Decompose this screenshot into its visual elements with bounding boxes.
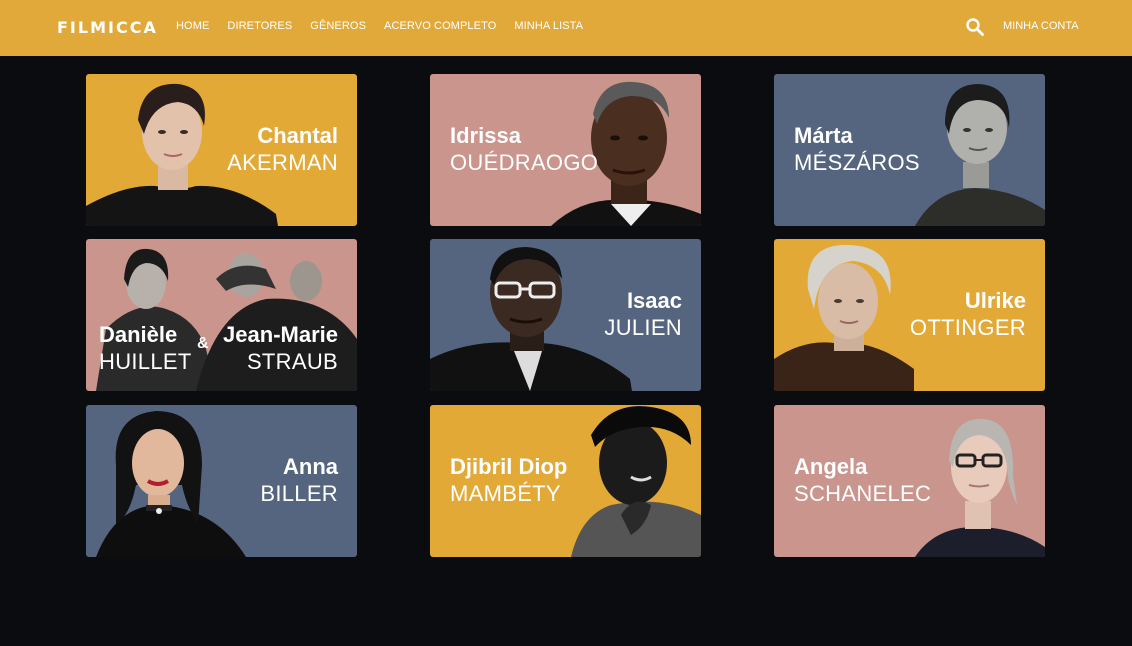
director-last-name: MAMBÉTY	[450, 481, 561, 506]
director-card-djibril-diop-mambety[interactable]: Djibril Diop MAMBÉTY	[430, 405, 701, 557]
director-first-name: Idrissa	[450, 123, 521, 148]
director-card-angela-schanelec[interactable]: Angela SCHANELEC	[774, 405, 1045, 557]
director-first-name: Danièle	[99, 322, 178, 347]
director-card-isaac-julien[interactable]: Isaac JULIEN	[430, 239, 701, 391]
director-first-name: Angela	[794, 454, 868, 479]
director-card-idrissa-ouedraogo[interactable]: Idrissa OUÉDRAOGO	[430, 74, 701, 226]
director-name-2: Jean-Marie STRAUB	[223, 321, 338, 375]
director-last-name: JULIEN	[604, 315, 682, 340]
director-name: Anna BILLER	[260, 453, 338, 507]
director-last-name: OTTINGER	[909, 315, 1026, 340]
director-last-name: OUÉDRAOGO	[450, 150, 599, 175]
director-name: Isaac JULIEN	[604, 287, 682, 341]
director-first-name: Anna	[283, 454, 338, 479]
my-account-link[interactable]: MINHA CONTA	[1003, 20, 1079, 32]
director-last-name: MÉSZÁROS	[794, 150, 920, 175]
director-card-ulrike-ottinger[interactable]: Ulrike OTTINGER	[774, 239, 1045, 391]
director-name: Danièle HUILLET	[99, 321, 192, 375]
search-icon[interactable]	[965, 17, 985, 37]
director-portrait	[905, 74, 1045, 226]
director-first-name: Ulrike	[964, 288, 1026, 313]
director-last-name: AKERMAN	[227, 150, 338, 175]
director-card-huillet-straub[interactable]: Danièle HUILLET & Jean-Marie STRAUB	[86, 239, 357, 391]
director-last-name: BILLER	[260, 481, 338, 506]
director-first-name: Jean-Marie	[223, 322, 338, 347]
director-portrait	[571, 405, 701, 557]
director-name: Márta MÉSZÁROS	[794, 122, 920, 176]
logo[interactable]: FILMICCA	[57, 18, 158, 37]
ampersand: &	[197, 335, 209, 352]
director-card-chantal-akerman[interactable]: Chantal AKERMAN	[86, 74, 357, 226]
nav-my-list[interactable]: MINHA LISTA	[514, 20, 583, 32]
director-last-name: SCHANELEC	[794, 481, 932, 506]
nav-genres[interactable]: GÊNEROS	[310, 20, 366, 32]
director-first-name: Chantal	[257, 123, 338, 148]
director-first-name: Márta	[794, 123, 853, 148]
nav-directors[interactable]: DIRETORES	[227, 20, 292, 32]
nav-home[interactable]: HOME	[176, 20, 209, 32]
director-portrait	[86, 405, 266, 557]
director-last-name: STRAUB	[246, 349, 338, 374]
director-name: Ulrike OTTINGER	[910, 287, 1026, 341]
director-card-anna-biller[interactable]: Anna BILLER	[86, 405, 357, 557]
nav-full-catalog[interactable]: ACERVO COMPLETO	[384, 20, 496, 32]
director-card-marta-meszaros[interactable]: Márta MÉSZÁROS	[774, 74, 1045, 226]
director-last-name: HUILLET	[99, 349, 192, 374]
director-name: Chantal AKERMAN	[227, 122, 338, 176]
director-name: Angela SCHANELEC	[794, 453, 931, 507]
main-nav: HOME DIRETORES GÊNEROS ACERVO COMPLETO M…	[176, 20, 583, 32]
director-first-name: Isaac	[626, 288, 682, 313]
top-nav-bar: FILMICCA HOME DIRETORES GÊNEROS ACERVO C…	[0, 0, 1132, 56]
director-name: Djibril Diop MAMBÉTY	[450, 453, 567, 507]
director-first-name: Djibril Diop	[450, 454, 568, 479]
director-name: Idrissa OUÉDRAOGO	[450, 122, 598, 176]
